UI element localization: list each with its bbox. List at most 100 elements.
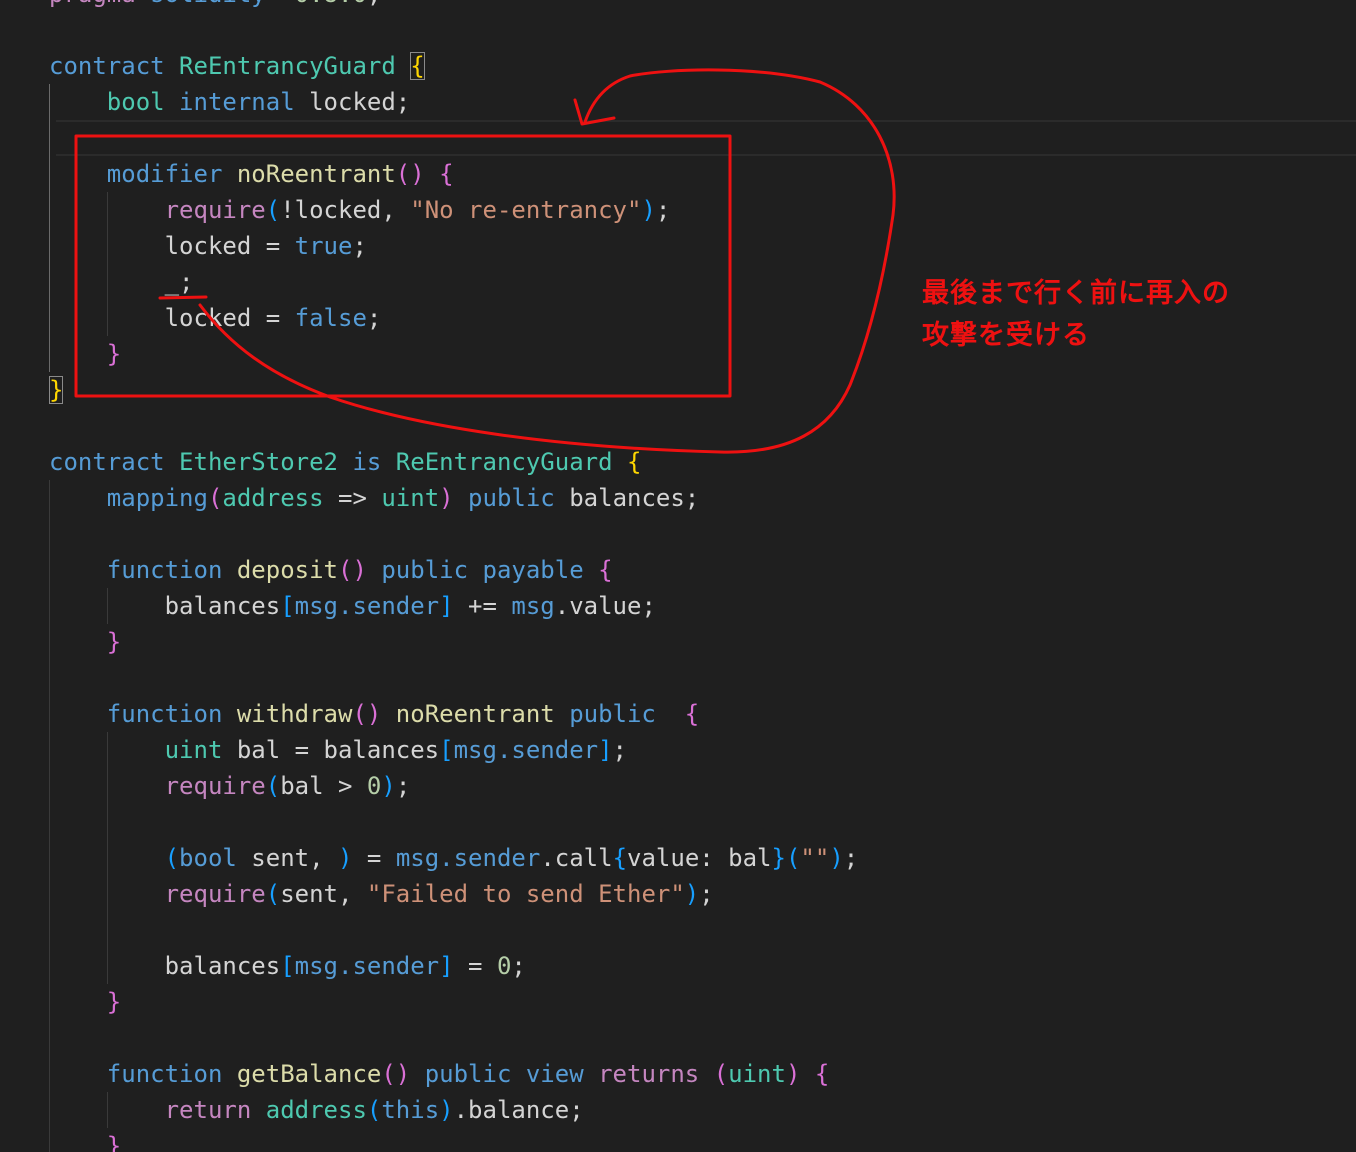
bracket-token: { <box>598 556 613 584</box>
code-line[interactable]: balances[msg.sender] = 0; <box>49 948 526 984</box>
code-line[interactable]: _; <box>49 264 194 300</box>
code-line[interactable]: } <box>49 984 121 1020</box>
code-line[interactable]: locked = false; <box>49 300 382 336</box>
bracket-token: () <box>338 556 382 584</box>
bracket-token: ( <box>713 1060 729 1088</box>
keyword-token: is <box>352 448 396 476</box>
string-token: "No re-entrancy" <box>410 196 642 224</box>
code-text: bal > <box>280 772 367 800</box>
code-line[interactable]: } <box>49 336 121 372</box>
code-text: balances <box>49 952 281 980</box>
code-line[interactable]: function getBalance() public view return… <box>49 1056 830 1092</box>
code-text: ; <box>511 952 526 980</box>
keyword-token: public <box>453 484 555 512</box>
code-text: locked = <box>49 232 295 260</box>
type-token: ReEntrancyGuard <box>179 52 411 80</box>
function-name-token: withdraw <box>236 700 353 728</box>
variable-token: msg.sender <box>395 844 541 872</box>
keyword-token: bool <box>179 844 237 872</box>
bracket-token: ( <box>265 196 281 224</box>
code-line[interactable]: require(sent, "Failed to send Ether"); <box>49 876 714 912</box>
number-token: 0 <box>366 772 382 800</box>
type-token: bool <box>49 88 180 116</box>
function-name-token: noReentrant <box>236 160 396 188</box>
bracket-token: ) <box>829 844 844 872</box>
control-keyword-token: return <box>49 1096 266 1124</box>
function-name-token: getBalance <box>236 1060 382 1088</box>
code-editor[interactable]: pragma solidity ^0.8.0; contract ReEntran… <box>0 0 1356 1152</box>
control-keyword-token: pragma <box>49 0 150 8</box>
code-line[interactable]: } <box>49 1128 121 1152</box>
bracket-token: } <box>49 340 122 368</box>
code-line[interactable]: require(bal > 0); <box>49 768 411 804</box>
code-text: bal = balances <box>222 736 440 764</box>
control-keyword-token: require <box>49 196 266 224</box>
type-token: ReEntrancyGuard <box>395 448 627 476</box>
code-line[interactable]: bool internal locked; <box>49 84 410 120</box>
code-text: _; <box>49 268 194 296</box>
code-text: = <box>453 952 497 980</box>
bracket-token: { <box>612 844 628 872</box>
code-text: locked = <box>49 304 295 332</box>
code-line[interactable]: function deposit() public payable { <box>49 552 613 588</box>
bracket-token: } <box>49 628 122 656</box>
type-token: uint <box>381 484 440 512</box>
string-token: "Failed to send Ether" <box>366 880 685 908</box>
code-line[interactable]: contract ReEntrancyGuard { <box>49 48 425 84</box>
code-line[interactable]: modifier noReentrant() { <box>49 156 454 192</box>
bracket-token: ] <box>598 736 613 764</box>
keyword-token: function <box>49 700 237 728</box>
bracket-token: ] <box>439 952 454 980</box>
type-token: EtherStore2 <box>179 448 353 476</box>
type-token: address <box>265 1096 367 1124</box>
code-line[interactable]: } <box>49 624 121 660</box>
code-line[interactable]: locked = true; <box>49 228 367 264</box>
code-line[interactable]: balances[msg.sender] += msg.value; <box>49 588 656 624</box>
code-line[interactable]: return address(this).balance; <box>49 1092 584 1128</box>
bracket-token: ) <box>439 1096 454 1124</box>
variable-token: msg <box>511 592 555 620</box>
type-token: uint <box>49 736 223 764</box>
keyword-token: public view <box>424 1060 599 1088</box>
code-line[interactable]: require(!locked, "No re-entrancy"); <box>49 192 671 228</box>
current-line-highlight <box>56 120 1356 156</box>
code-line[interactable]: uint bal = balances[msg.sender]; <box>49 732 627 768</box>
code-line[interactable]: mapping(address => uint) public balances… <box>49 480 699 516</box>
function-name-token: noReentrant <box>395 700 570 728</box>
code-text: balances; <box>554 484 700 512</box>
bracket-token: ( <box>265 772 281 800</box>
code-line[interactable]: (bool sent, ) = msg.sender.call{value: b… <box>49 840 859 876</box>
code-text: !locked, <box>280 196 411 224</box>
bracket-token: } <box>49 1132 122 1152</box>
bracket-token: ) <box>641 196 656 224</box>
code-text: value: bal <box>627 844 772 872</box>
keyword-token: contract <box>49 448 180 476</box>
keyword-token: function <box>49 556 237 584</box>
bracket-token: ) <box>439 484 454 512</box>
code-text: sent, <box>236 844 338 872</box>
keyword-token: public payable <box>381 556 599 584</box>
code-text: ; <box>843 844 859 872</box>
type-token: uint <box>728 1060 786 1088</box>
code-text: += <box>453 592 512 620</box>
bracket-token: { <box>626 448 642 476</box>
bracket-token: ) <box>338 844 353 872</box>
control-keyword-token: require <box>49 772 266 800</box>
keyword-token: internal <box>179 88 310 116</box>
code-line[interactable]: function withdraw() noReentrant public { <box>49 696 699 732</box>
number-token: ^0.8.0 <box>280 0 367 8</box>
bracket-token: { <box>684 700 700 728</box>
code-line[interactable]: } <box>49 372 64 408</box>
code-line[interactable]: contract EtherStore2 is ReEntrancyGuard … <box>49 444 641 480</box>
bracket-token: ( <box>49 844 180 872</box>
code-text: ; <box>612 736 627 764</box>
code-line[interactable]: pragma solidity ^0.8.0; <box>49 0 381 12</box>
string-token: "" <box>800 844 830 872</box>
bracket-token: ] <box>439 592 454 620</box>
code-text: ; <box>352 232 367 260</box>
keyword-token: this <box>381 1096 440 1124</box>
code-text: ; <box>655 196 671 224</box>
keyword-token: contract <box>49 52 180 80</box>
code-text: sent, <box>280 880 367 908</box>
bracket-token: }( <box>771 844 801 872</box>
